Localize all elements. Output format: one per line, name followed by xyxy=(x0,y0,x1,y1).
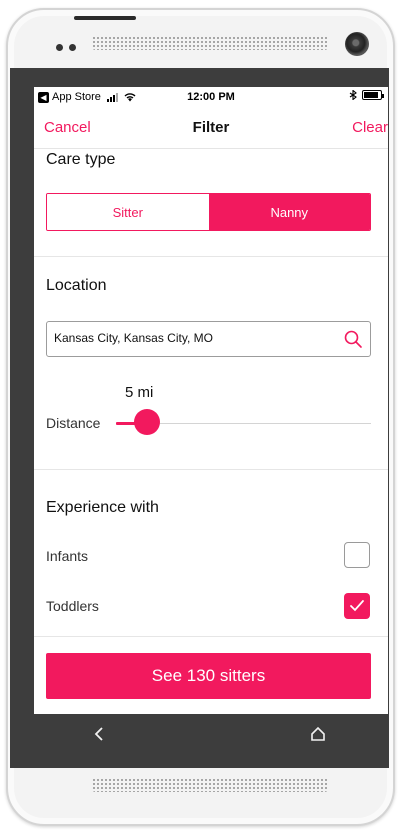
navigation-bar: Cancel Filter Clear xyxy=(34,107,388,149)
experience-item-toddlers-label: Toddlers xyxy=(46,598,99,614)
segment-sitter[interactable]: Sitter xyxy=(47,194,209,230)
home-icon[interactable] xyxy=(310,726,326,742)
front-camera xyxy=(345,32,369,56)
infants-checkbox[interactable] xyxy=(344,542,370,568)
bottom-speaker xyxy=(92,778,328,792)
page-title: Filter xyxy=(192,119,230,136)
status-time: 12:00 PM xyxy=(187,91,235,103)
power-button xyxy=(74,16,136,20)
experience-heading: Experience with xyxy=(46,499,159,516)
location-search-field[interactable] xyxy=(46,321,371,357)
distance-value: 5 mi xyxy=(125,384,154,401)
care-type-segmented-control: Sitter Nanny xyxy=(46,193,371,231)
earpiece-speaker xyxy=(92,36,328,50)
distance-label: Distance xyxy=(46,415,101,431)
section-divider xyxy=(34,469,388,470)
distance-slider-thumb[interactable] xyxy=(134,409,160,435)
app-screen: ◀ App Store 12:00 PM Cancel Filter Clear… xyxy=(34,87,388,714)
segment-nanny[interactable]: Nanny xyxy=(208,194,370,230)
battery-icon xyxy=(362,90,384,100)
back-arrow-icon[interactable] xyxy=(92,724,106,744)
section-divider xyxy=(34,256,388,257)
sensor-dots xyxy=(56,44,76,51)
bluetooth-icon xyxy=(349,90,357,100)
toddlers-checkbox[interactable] xyxy=(344,593,370,619)
location-input[interactable] xyxy=(54,331,324,345)
location-heading: Location xyxy=(46,277,107,294)
see-sitters-button[interactable]: See 130 sitters xyxy=(46,653,371,699)
experience-item-infants-label: Infants xyxy=(46,548,89,564)
clear-button[interactable]: Clear xyxy=(352,119,388,136)
checkmark-icon xyxy=(350,600,364,612)
care-type-heading: Care type xyxy=(46,151,116,168)
footer-divider xyxy=(34,636,388,637)
status-bar: ◀ App Store 12:00 PM xyxy=(34,87,388,107)
search-icon[interactable] xyxy=(343,329,363,349)
